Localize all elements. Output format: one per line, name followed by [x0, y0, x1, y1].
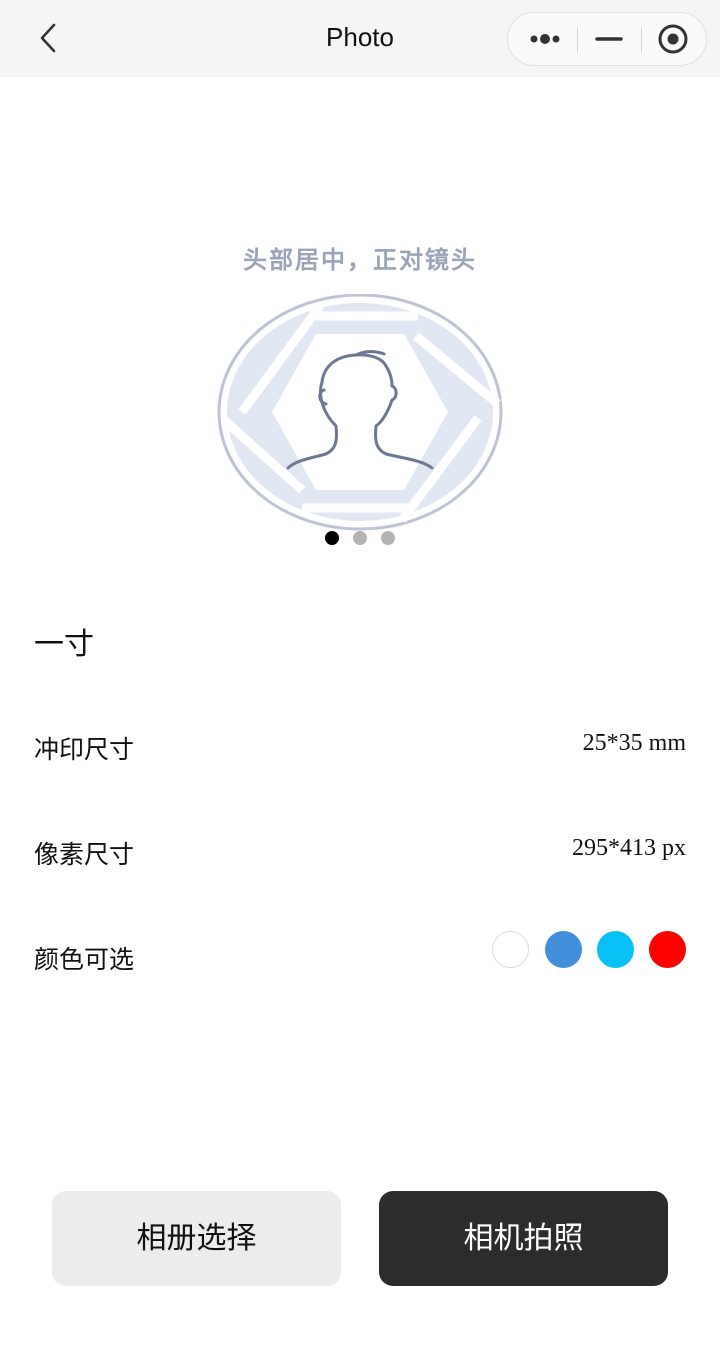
minimize-icon	[595, 37, 623, 41]
portrait-aperture-icon	[217, 293, 503, 531]
print-size-label: 冲印尺寸	[34, 735, 135, 764]
color-swatch-white[interactable]	[492, 931, 529, 968]
guide-hint: 头部居中，正对镜头	[243, 246, 477, 274]
pixel-size-value: 295*413 px	[572, 835, 686, 861]
minimize-button[interactable]	[576, 13, 642, 65]
color-options-row: 颜色可选	[34, 931, 686, 980]
close-button[interactable]	[640, 13, 706, 65]
portrait-guide	[216, 293, 504, 534]
carousel-dot[interactable]	[353, 531, 367, 545]
capsule-menu	[507, 12, 707, 66]
color-swatch-light-blue[interactable]	[597, 931, 634, 968]
pixel-size-label: 像素尺寸	[34, 840, 135, 869]
color-swatch-red[interactable]	[649, 931, 686, 968]
carousel-indicator	[324, 531, 404, 547]
navigation-bar: Photo	[0, 0, 720, 77]
more-dots-icon	[530, 34, 560, 44]
color-options-label: 颜色可选	[34, 945, 135, 974]
more-button[interactable]	[510, 13, 576, 65]
pixel-size-row: 像素尺寸 295*413 px	[34, 835, 686, 875]
print-size-value: 25*35 mm	[582, 730, 686, 756]
carousel-dot[interactable]	[325, 531, 339, 545]
size-title: 一寸	[34, 627, 94, 662]
album-select-button[interactable]: 相册选择	[52, 1191, 341, 1286]
print-size-row: 冲印尺寸 25*35 mm	[34, 730, 686, 770]
color-swatches	[486, 931, 686, 969]
color-swatch-blue[interactable]	[545, 931, 582, 968]
carousel-dot[interactable]	[381, 531, 395, 545]
target-circle-icon	[658, 24, 688, 54]
camera-capture-button[interactable]: 相机拍照	[379, 1191, 668, 1286]
